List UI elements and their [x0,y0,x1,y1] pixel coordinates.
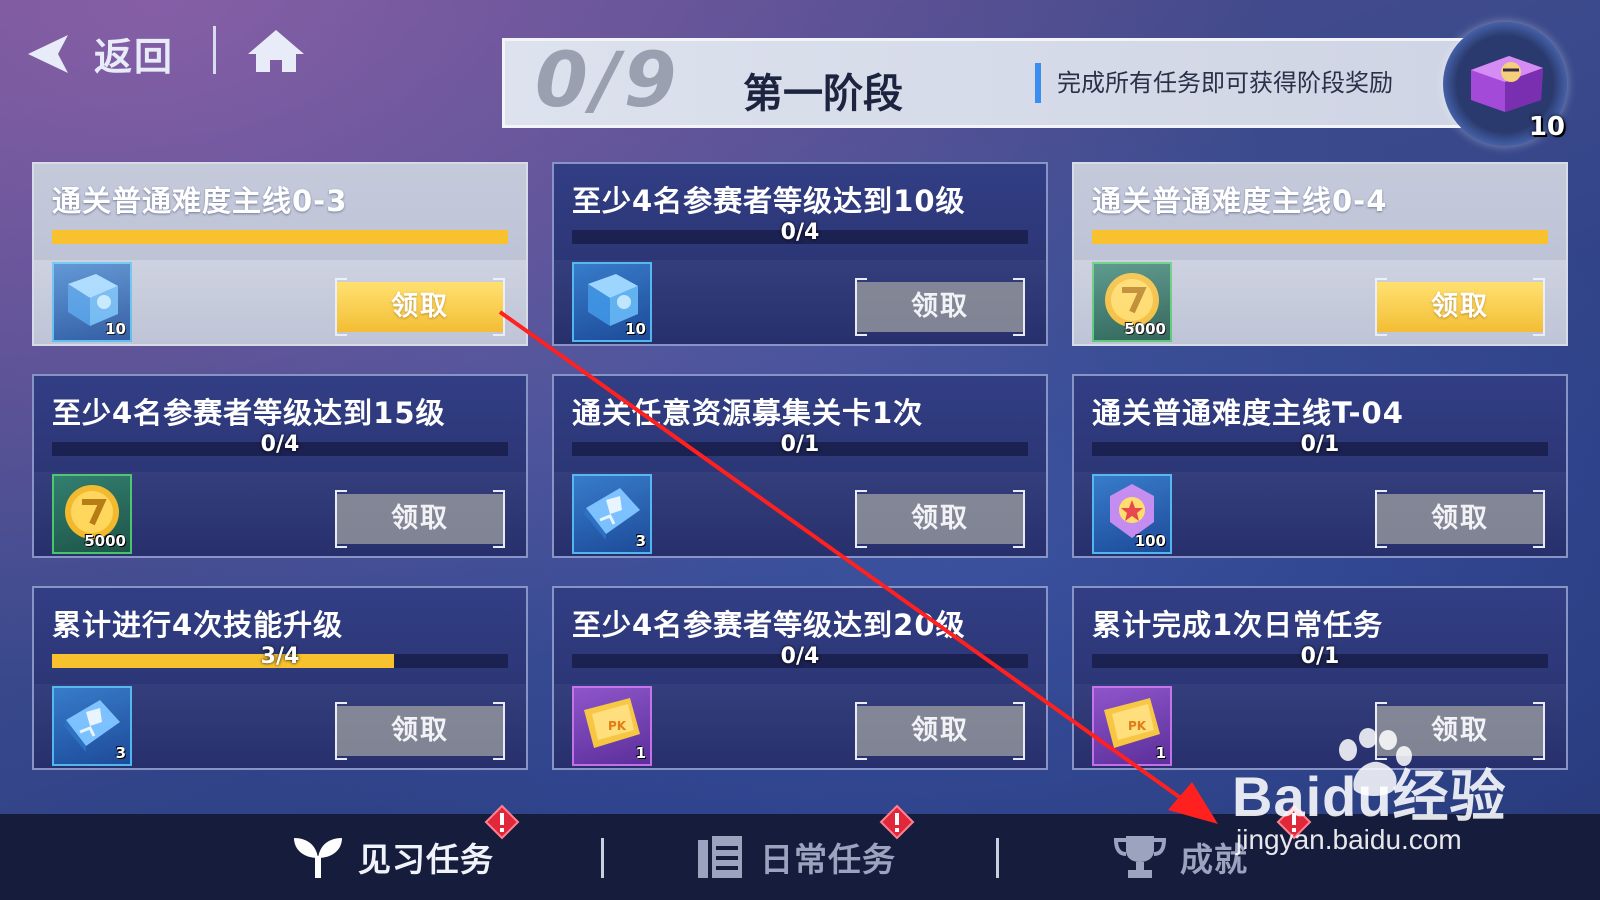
alert-badge-icon [879,804,915,840]
book-icon [68,274,118,326]
baidu-watermark: Baidu经验 jingyan.baidu.com [1232,728,1512,858]
claim-button[interactable]: 领取 [855,490,1025,548]
task-progress-text: 0/1 [780,432,820,457]
task-progress-text: 3/4 [260,644,300,669]
reward-item[interactable]: 3 [52,686,132,766]
task-title: 累计完成1次日常任务 [1092,608,1384,642]
task-progress-bar [1092,230,1548,244]
task-progress-text: 0/4 [780,220,820,245]
svg-text:PK: PK [1128,719,1147,733]
tab-achievements[interactable]: 成就 [1114,830,1248,884]
task-card: 至少4名参赛者等级达到15级 0/4 5000 领取 [32,374,528,558]
task-card: 通关普通难度主线0-4 5000 领取 [1072,162,1568,346]
home-icon[interactable] [246,28,306,74]
reward-item-count: 100 [1134,532,1166,550]
stage-reward-count: 10 [1528,112,1565,142]
reward-chest-icon [1471,56,1543,112]
task-title: 至少4名参赛者等级达到20级 [572,608,966,642]
alert-badge-icon [484,804,520,840]
task-title: 至少4名参赛者等级达到15级 [52,396,446,430]
reward-item-count: 1 [1155,744,1166,762]
reward-item[interactable]: PK 1 [572,686,652,766]
coin-icon [65,485,119,539]
nav-separator [996,838,999,878]
task-card: 至少4名参赛者等级达到10级 0/4 10 领取 [552,162,1048,346]
stage-progress-count: 0/9 [535,35,681,124]
tab-daily-tasks[interactable]: 日常任务 [694,830,896,884]
task-title: 至少4名参赛者等级达到10级 [572,184,966,218]
reward-item[interactable]: 100 [1092,474,1172,554]
reward-item-count: 3 [635,532,646,550]
task-title: 通关普通难度主线0-4 [1092,184,1388,218]
stage-hint: 完成所有任务即可获得阶段奖励 [1035,63,1393,103]
claim-button[interactable]: 领取 [1375,278,1545,336]
watermark-brand: Baidu经验 [1232,765,1507,828]
claim-button[interactable]: 领取 [335,278,505,336]
watermark-url: jingyan.baidu.com [1236,824,1462,855]
ticket-icon: PK [584,698,640,748]
claim-button[interactable]: 领取 [335,490,505,548]
task-card: 通关普通难度主线0-3 10 领取 [32,162,528,346]
task-title: 累计进行4次技能升级 [52,608,344,642]
reward-item-count: 10 [625,320,646,338]
task-progress-text: 0/1 [1300,432,1340,457]
skill-book-icon [64,700,120,752]
claim-button[interactable]: 领取 [335,702,505,760]
reward-item[interactable]: PK 1 [1092,686,1172,766]
trophy-icon [1114,836,1166,878]
task-progress-text: 0/4 [780,644,820,669]
tab-trainee-tasks[interactable]: 见习任务 [292,830,494,884]
task-card: 累计进行4次技能升级 3/4 3 领取 [32,586,528,770]
svg-text:PK: PK [608,719,627,733]
stage-banner: 0/9 第一阶段 完成所有任务即可获得阶段奖励 [502,35,1512,128]
badge-icon [1110,484,1154,538]
task-progress-text: 0/1 [1300,644,1340,669]
claim-button[interactable]: 领取 [1375,490,1545,548]
reward-item[interactable]: 10 [572,262,652,342]
task-progress-fill [52,230,508,244]
back-arrow-icon [28,34,68,73]
stage-name: 第一阶段 [743,71,903,117]
reward-item-count: 5000 [84,532,126,550]
skill-book-icon [584,488,640,540]
reward-item[interactable]: 5000 [52,474,132,554]
task-title: 通关普通难度主线T-04 [1092,396,1404,430]
reward-item[interactable]: 10 [52,262,132,342]
task-progress-bar [52,230,508,244]
top-divider [213,26,216,74]
stage-reward-button[interactable]: 10 [1443,22,1567,146]
task-progress-fill [1092,230,1548,244]
tab-label: 日常任务 [760,840,896,879]
nav-separator [601,838,604,878]
sprout-icon [294,838,342,878]
reward-item[interactable]: 5000 [1092,262,1172,342]
ticket-icon: PK [1104,698,1160,748]
claim-button[interactable]: 领取 [855,278,1025,336]
tab-label: 见习任务 [358,840,494,879]
task-card: 通关普通难度主线T-04 0/1 100 领取 [1072,374,1568,558]
reward-item-count: 5000 [1124,320,1166,338]
claim-button[interactable]: 领取 [855,702,1025,760]
reward-item-count: 1 [635,744,646,762]
task-progress-text: 0/4 [260,432,300,457]
reward-item-count: 3 [115,744,126,762]
coin-icon [1105,273,1159,327]
back-label: 返回 [94,35,175,79]
task-card: 通关任意资源募集关卡1次 0/1 3 领取 [552,374,1048,558]
calendar-icon [698,836,742,878]
back-button[interactable]: 返回 [22,26,174,81]
book-icon [588,274,638,326]
reward-item[interactable]: 3 [572,474,652,554]
task-title: 通关普通难度主线0-3 [52,184,348,218]
reward-item-count: 10 [105,320,126,338]
task-card: 至少4名参赛者等级达到20级 0/4 PK 1 领取 [552,586,1048,770]
task-title: 通关任意资源募集关卡1次 [572,396,924,430]
